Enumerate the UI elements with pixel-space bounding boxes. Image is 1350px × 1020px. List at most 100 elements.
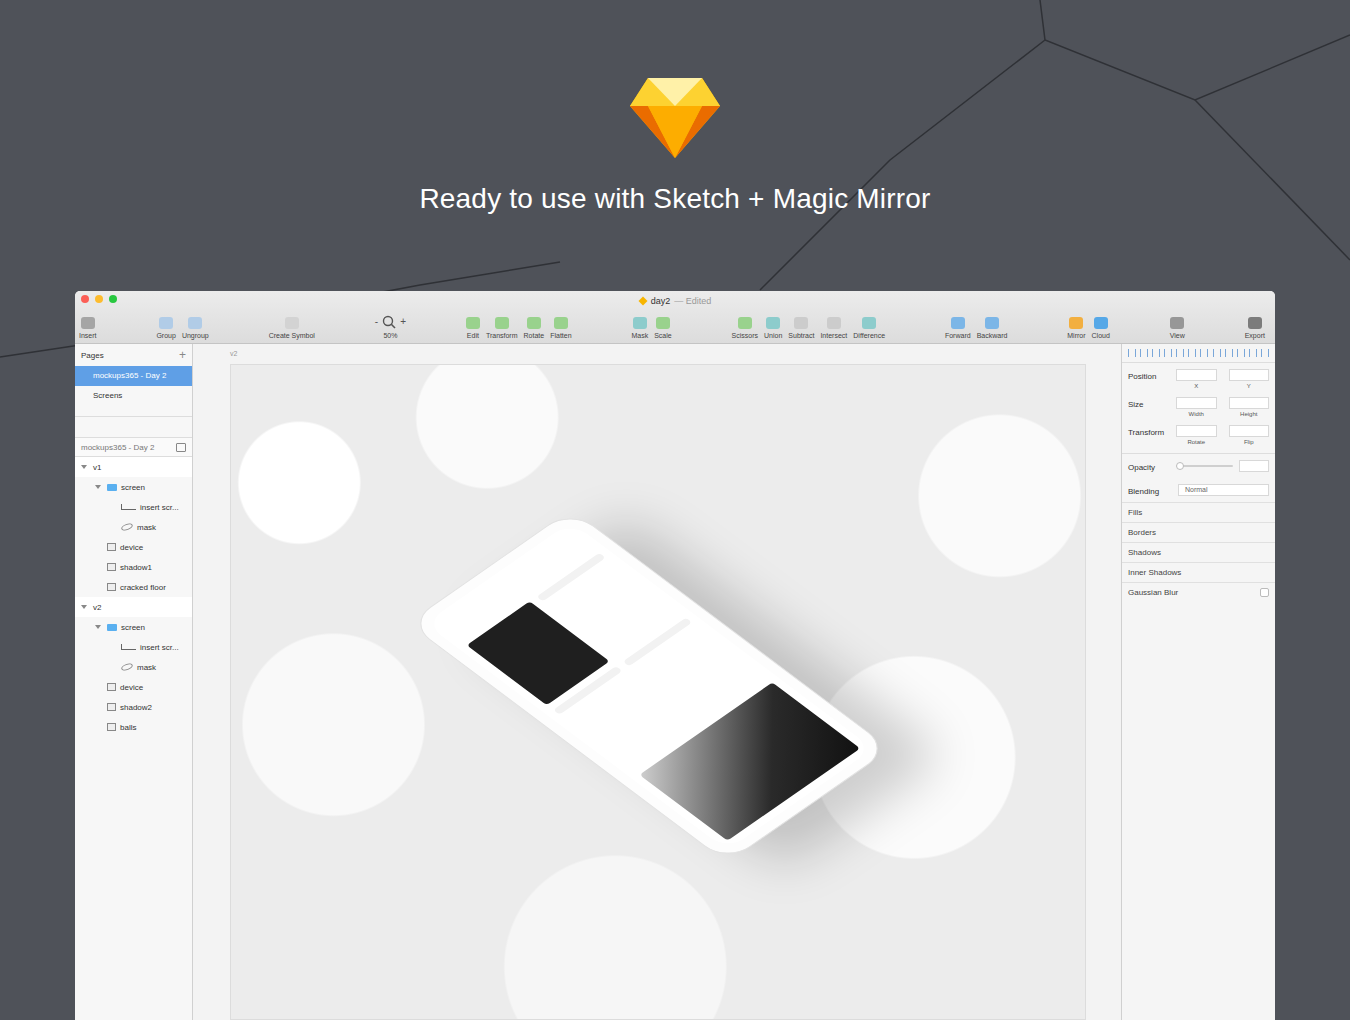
tool-icon [985, 317, 999, 329]
layer-row[interactable]: device [75, 537, 192, 557]
layer-row[interactable]: cracked floor [75, 577, 192, 597]
add-page-button[interactable]: + [179, 348, 186, 362]
toolbar-button[interactable]: Mirror [1067, 317, 1085, 339]
toolbar-button[interactable]: Create Symbol [269, 317, 315, 339]
artboard [230, 364, 1086, 1020]
tool-icon [827, 317, 841, 329]
toolbar-group: Group Ungroup [156, 317, 208, 339]
toolbar: Insert Group Ungroup Create Symbol -+50% Edit… [75, 307, 1275, 343]
align-icon[interactable] [1237, 349, 1245, 357]
window-chrome: day2— EditedInsertGroupUngroupCreate Sym… [75, 291, 1275, 344]
property-field[interactable]: X [1176, 369, 1217, 389]
align-icon[interactable] [1200, 349, 1208, 357]
tool-icon [495, 317, 509, 329]
toolbar-button[interactable]: Forward [945, 317, 971, 339]
tool-icon [1094, 317, 1108, 329]
blending-row: BlendingNormal [1122, 478, 1275, 502]
align-icon[interactable] [1164, 349, 1172, 357]
image-icon [107, 543, 116, 551]
toolbar-button[interactable]: Export [1245, 317, 1265, 339]
toolbar-button[interactable]: Ungroup [182, 317, 209, 339]
disclosure-icon[interactable] [95, 485, 101, 489]
toolbar-button[interactable]: Group [156, 317, 175, 339]
toolbar-button[interactable]: Scale [654, 317, 672, 339]
tool-icon [285, 317, 299, 329]
toolbar-button[interactable]: Mask [631, 317, 648, 339]
page-item[interactable]: Screens [75, 386, 192, 406]
align-icon[interactable] [1176, 349, 1184, 357]
toolbar-button[interactable]: Union [764, 317, 782, 339]
toolbar-button[interactable]: Subtract [788, 317, 814, 339]
collapse-icon[interactable] [176, 443, 186, 452]
disclosure-icon[interactable] [81, 605, 87, 609]
disclosure-icon[interactable] [81, 465, 87, 469]
tool-icon [527, 317, 541, 329]
property-field[interactable]: Flip [1229, 425, 1270, 445]
close-icon[interactable] [81, 295, 89, 303]
property-field[interactable]: Height [1229, 397, 1270, 417]
layer-row[interactable]: shadow1 [75, 557, 192, 577]
property-field[interactable]: Y [1229, 369, 1270, 389]
tool-icon [1069, 317, 1083, 329]
toolbar-button[interactable]: Edit [466, 317, 480, 339]
toolbar-button[interactable]: Cloud [1092, 317, 1110, 339]
opacity-slider[interactable] [1178, 465, 1233, 467]
minimize-icon[interactable] [95, 295, 103, 303]
layer-row[interactable]: shadow2 [75, 697, 192, 717]
zoom-icon[interactable] [109, 295, 117, 303]
zoom-tool[interactable]: -+50% [375, 315, 406, 339]
toolbar-group: View [1170, 317, 1185, 339]
tool-icon [738, 317, 752, 329]
inspector-section[interactable]: Inner Shadows [1122, 562, 1275, 582]
toolbar-button[interactable]: Scissors [732, 317, 758, 339]
inspector: PositionXYSizeWidthHeightTransformRotate… [1121, 344, 1275, 1020]
layer-row[interactable]: mask [75, 657, 192, 677]
layer-row[interactable]: v2 [75, 597, 192, 617]
align-icon[interactable] [1128, 349, 1136, 357]
toolbar-button[interactable]: Difference [853, 317, 885, 339]
align-icon[interactable] [1225, 349, 1233, 357]
toolbar-button[interactable]: Rotate [524, 317, 545, 339]
toolbar-button[interactable]: View [1170, 317, 1185, 339]
layer-row[interactable]: v1 [75, 457, 192, 477]
inspector-section[interactable]: Shadows [1122, 542, 1275, 562]
blur-checkbox[interactable] [1260, 588, 1269, 597]
align-icon[interactable] [1249, 349, 1257, 357]
blending-select[interactable]: Normal [1178, 484, 1269, 496]
layer-row[interactable]: insert scr... [75, 637, 192, 657]
layer-row[interactable]: insert scr... [75, 497, 192, 517]
toolbar-button[interactable]: Flatten [550, 317, 571, 339]
layer-row[interactable]: device [75, 677, 192, 697]
image-icon [107, 583, 116, 591]
toolbar-group: Forward Backward [945, 317, 1007, 339]
layer-row[interactable]: balls [75, 717, 192, 737]
toolbar-button[interactable]: Intersect [820, 317, 847, 339]
align-icon[interactable] [1140, 349, 1148, 357]
blur-section: Gaussian Blur [1122, 582, 1275, 602]
toolbar-button[interactable]: Transform [486, 317, 518, 339]
align-icon[interactable] [1213, 349, 1221, 357]
tool-icon [951, 317, 965, 329]
toolbar-group: Edit Transform RotateFlatten [466, 317, 572, 339]
inspector-section[interactable]: Borders [1122, 522, 1275, 542]
tool-icon [554, 317, 568, 329]
toolbar-button[interactable]: Backward [977, 317, 1008, 339]
artboard-label[interactable]: v2 [230, 350, 1086, 360]
image-icon [107, 703, 116, 711]
property-field[interactable]: Width [1176, 397, 1217, 417]
toolbar-button[interactable]: Insert [79, 317, 97, 339]
opacity-field[interactable] [1239, 460, 1269, 472]
layer-row[interactable]: screen [75, 477, 192, 497]
align-icon[interactable] [1152, 349, 1160, 357]
disclosure-icon[interactable] [95, 625, 101, 629]
tool-icon [766, 317, 780, 329]
inspector-section[interactable]: Fills [1122, 502, 1275, 522]
align-icon[interactable] [1261, 349, 1269, 357]
property-field[interactable]: Rotate [1176, 425, 1217, 445]
page-item[interactable]: mockups365 - Day 2 [75, 366, 192, 386]
folder-icon [107, 484, 117, 491]
zoom-control: -+50% [375, 315, 406, 339]
align-icon[interactable] [1188, 349, 1196, 357]
layer-row[interactable]: mask [75, 517, 192, 537]
layer-row[interactable]: screen [75, 617, 192, 637]
